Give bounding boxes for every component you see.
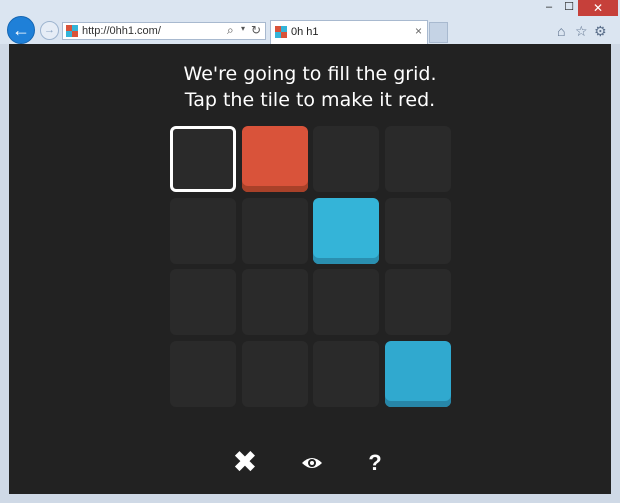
grid-tile-0-1[interactable]	[241, 126, 308, 192]
site-favicon-icon	[66, 25, 78, 37]
grid-tile-3-2[interactable]	[313, 340, 379, 407]
grid-tile-2-1[interactable]	[241, 269, 308, 335]
reveal-button[interactable]	[297, 448, 327, 478]
forward-arrow-icon: →	[44, 24, 55, 36]
grid-tile-2-2[interactable]	[313, 269, 379, 335]
search-icon[interactable]: ⌕	[227, 23, 234, 38]
grid-tile-0-0[interactable]	[170, 126, 236, 192]
grid-tile-2-3[interactable]	[384, 269, 451, 335]
grid-tile-1-2[interactable]	[313, 197, 379, 264]
url-text[interactable]: http://0hh1.com/	[82, 25, 161, 37]
home-icon[interactable]: ⌂	[557, 23, 565, 39]
browser-chrome: ← → http://0hh1.com/ ⌕ ▾ ↻ 0h h1 × – ☐ ✕…	[0, 0, 620, 44]
maximize-icon[interactable]: ☐	[560, 0, 578, 14]
back-button[interactable]: ←	[7, 16, 35, 44]
tab-title: 0h h1	[291, 26, 319, 38]
favorites-icon[interactable]: ☆	[575, 23, 588, 40]
grid-tile-3-3[interactable]	[384, 340, 451, 407]
close-x-icon: ✖	[232, 446, 258, 479]
eye-icon	[302, 458, 322, 468]
forward-button[interactable]: →	[40, 21, 59, 40]
grid-tile-3-1[interactable]	[241, 340, 308, 407]
minimize-icon[interactable]: –	[540, 0, 558, 14]
help-question-icon: ?	[368, 450, 382, 475]
tab-favicon-icon	[275, 26, 287, 38]
grid-tile-1-0[interactable]	[170, 197, 236, 264]
window-close-icon[interactable]: ✕	[578, 0, 618, 16]
help-button[interactable]: ?	[360, 448, 390, 478]
close-game-button[interactable]: ✖	[230, 448, 260, 478]
browser-tab[interactable]: 0h h1 ×	[270, 20, 428, 44]
settings-icon[interactable]: ⚙	[594, 23, 607, 40]
grid-tile-2-0[interactable]	[170, 269, 236, 335]
instruction-line-2: Tap the tile to make it red.	[184, 89, 436, 111]
new-tab-button[interactable]	[429, 22, 448, 43]
grid-tile-1-1[interactable]	[241, 197, 308, 264]
grid-tile-0-2[interactable]	[313, 126, 379, 192]
refresh-icon[interactable]: ↻	[251, 23, 261, 37]
instruction-line-1: We're going to fill the grid.	[183, 63, 437, 85]
dropdown-icon[interactable]: ▾	[241, 24, 245, 33]
grid-tile-1-3[interactable]	[384, 197, 451, 264]
grid-tile-0-3[interactable]	[384, 126, 451, 192]
address-bar[interactable]: http://0hh1.com/ ⌕ ▾ ↻	[62, 22, 266, 40]
game-page: We're going to fill the grid. Tap the ti…	[9, 44, 611, 494]
tab-close-icon[interactable]: ×	[415, 24, 422, 38]
back-arrow-icon: ←	[12, 20, 30, 40]
grid-tile-3-0[interactable]	[170, 340, 236, 407]
